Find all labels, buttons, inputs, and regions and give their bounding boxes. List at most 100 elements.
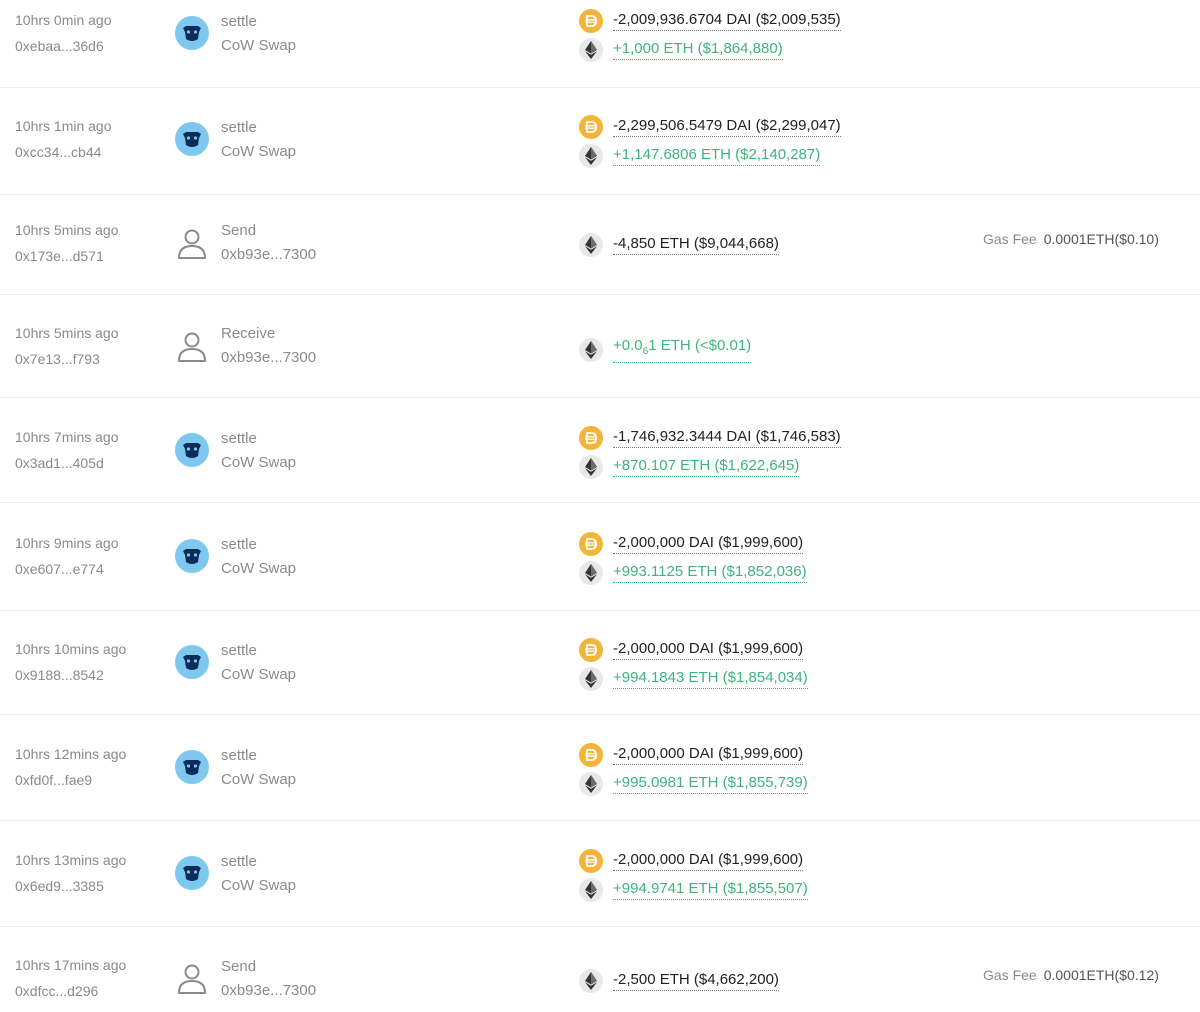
tx-counterparty-link[interactable]: CoW Swap — [221, 37, 296, 54]
tx-action: settle — [221, 119, 257, 136]
token-transfer: +993.1125 ETH ($1,852,036) — [579, 561, 807, 585]
transfer-amount[interactable]: +0.061 ETH (<$0.01) — [613, 337, 752, 363]
transaction-row[interactable]: 10hrs 10mins ago 0x9188...8542 settle Co… — [0, 611, 1200, 715]
dai-icon — [579, 426, 603, 450]
tx-time: 10hrs 5mins ago — [15, 222, 119, 238]
transaction-row[interactable]: 10hrs 12mins ago 0xfd0f...fae9 settle Co… — [0, 715, 1200, 821]
tx-counterparty-link[interactable]: CoW Swap — [221, 560, 296, 577]
transaction-row[interactable]: 10hrs 0min ago 0xebaa...36d6 settle CoW … — [0, 0, 1200, 88]
tx-action: settle — [221, 536, 257, 553]
eth-icon — [579, 338, 603, 362]
tx-action: settle — [221, 13, 257, 30]
transfer-amount[interactable]: -1,746,932.3444 DAI ($1,746,583) — [613, 428, 841, 448]
transaction-row[interactable]: 10hrs 17mins ago 0xdfcc...d296 Send 0xb9… — [0, 927, 1200, 1012]
transfer-amount[interactable]: +870.107 ETH ($1,622,645) — [613, 457, 800, 477]
transaction-row[interactable]: 10hrs 5mins ago 0x7e13...f793 Receive 0x… — [0, 295, 1200, 398]
tx-action: Receive — [221, 325, 276, 342]
tx-action: Send — [221, 958, 257, 975]
transaction-list: 10hrs 0min ago 0xebaa...36d6 settle CoW … — [0, 0, 1200, 1012]
tx-time: 10hrs 17mins ago — [15, 957, 127, 973]
tx-hash-link[interactable]: 0xfd0f...fae9 — [15, 772, 92, 788]
amount-suffix: 1 ETH (<$0.01) — [648, 337, 752, 354]
token-transfer: -2,500 ETH ($4,662,200) — [579, 969, 779, 993]
tx-time: 10hrs 9mins ago — [15, 535, 119, 551]
transaction-row[interactable]: 10hrs 13mins ago 0x6ed9...3385 settle Co… — [0, 821, 1200, 927]
eth-icon — [579, 878, 603, 902]
transfer-amount[interactable]: -2,000,000 DAI ($1,999,600) — [613, 640, 804, 660]
tx-hash-link[interactable]: 0x7e13...f793 — [15, 351, 100, 367]
transfer-amount[interactable]: +1,000 ETH ($1,864,880) — [613, 40, 783, 60]
transfer-amount[interactable]: -4,850 ETH ($9,044,668) — [613, 235, 779, 255]
transfer-amount[interactable]: -2,009,936.6704 DAI ($2,009,535) — [613, 11, 841, 31]
cow-icon — [174, 855, 210, 891]
tx-hash-link[interactable]: 0x173e...d571 — [15, 248, 104, 264]
transfer-amount[interactable]: +994.9741 ETH ($1,855,507) — [613, 880, 808, 900]
cow-icon — [174, 121, 210, 157]
transfer-amount[interactable]: -2,000,000 DAI ($1,999,600) — [613, 534, 804, 554]
cow-icon — [174, 15, 210, 51]
transaction-row[interactable]: 10hrs 9mins ago 0xe607...e774 settle CoW… — [0, 503, 1200, 611]
user-icon — [174, 225, 210, 261]
cow-icon — [174, 749, 210, 785]
eth-icon — [579, 38, 603, 62]
cow-icon — [174, 644, 210, 680]
eth-icon — [579, 144, 603, 168]
token-transfer: +994.1843 ETH ($1,854,034) — [579, 667, 808, 691]
transfer-amount[interactable]: -2,000,000 DAI ($1,999,600) — [613, 851, 804, 871]
tx-hash-link[interactable]: 0x3ad1...405d — [15, 455, 104, 471]
dai-icon — [579, 115, 603, 139]
transfer-amount[interactable]: -2,299,506.5479 DAI ($2,299,047) — [613, 117, 841, 137]
tx-time: 10hrs 5mins ago — [15, 325, 119, 341]
transfer-amount[interactable]: +1,147.6806 ETH ($2,140,287) — [613, 146, 821, 166]
token-transfer: -2,000,000 DAI ($1,999,600) — [579, 532, 804, 556]
token-transfer: -2,009,936.6704 DAI ($2,009,535) — [579, 9, 841, 33]
tx-hash-link[interactable]: 0xebaa...36d6 — [15, 38, 104, 54]
eth-icon — [579, 667, 603, 691]
tx-counterparty-link[interactable]: CoW Swap — [221, 454, 296, 471]
gas-fee-label: Gas Fee — [983, 231, 1037, 247]
gas-fee-label: Gas Fee — [983, 967, 1037, 983]
transfer-amount[interactable]: +993.1125 ETH ($1,852,036) — [613, 563, 807, 583]
tx-hash-link[interactable]: 0xcc34...cb44 — [15, 144, 101, 160]
tx-hash-link[interactable]: 0xdfcc...d296 — [15, 983, 98, 999]
transaction-row[interactable]: 10hrs 7mins ago 0x3ad1...405d settle CoW… — [0, 398, 1200, 503]
eth-icon — [579, 561, 603, 585]
dai-icon — [579, 532, 603, 556]
transfer-amount[interactable]: -2,500 ETH ($4,662,200) — [613, 971, 779, 991]
token-transfer: +870.107 ETH ($1,622,645) — [579, 455, 800, 479]
token-transfer: -2,000,000 DAI ($1,999,600) — [579, 638, 804, 662]
tx-counterparty-link[interactable]: CoW Swap — [221, 877, 296, 894]
transaction-row[interactable]: 10hrs 5mins ago 0x173e...d571 Send 0xb93… — [0, 195, 1200, 295]
gas-fee: Gas Fee 0.0001ETH($0.10) — [983, 231, 1159, 247]
tx-counterparty-link[interactable]: CoW Swap — [221, 143, 296, 160]
transaction-row[interactable]: 10hrs 1min ago 0xcc34...cb44 settle CoW … — [0, 88, 1200, 195]
tx-counterparty-link[interactable]: CoW Swap — [221, 771, 296, 788]
tx-time: 10hrs 13mins ago — [15, 852, 127, 868]
eth-icon — [579, 772, 603, 796]
tx-counterparty-link[interactable]: 0xb93e...7300 — [221, 982, 316, 999]
eth-icon — [579, 455, 603, 479]
dai-icon — [579, 9, 603, 33]
transfer-amount[interactable]: +995.0981 ETH ($1,855,739) — [613, 774, 808, 794]
tx-action: settle — [221, 747, 257, 764]
tx-counterparty-link[interactable]: CoW Swap — [221, 666, 296, 683]
tx-hash-link[interactable]: 0x6ed9...3385 — [15, 878, 104, 894]
token-transfer: +1,147.6806 ETH ($2,140,287) — [579, 144, 821, 168]
tx-hash-link[interactable]: 0xe607...e774 — [15, 561, 104, 577]
token-transfer: -2,000,000 DAI ($1,999,600) — [579, 743, 804, 767]
tx-action: Send — [221, 222, 257, 239]
tx-time: 10hrs 0min ago — [15, 12, 112, 28]
tx-counterparty-link[interactable]: 0xb93e...7300 — [221, 246, 316, 263]
transfer-amount[interactable]: -2,000,000 DAI ($1,999,600) — [613, 745, 804, 765]
eth-icon — [579, 233, 603, 257]
cow-icon — [174, 432, 210, 468]
tx-counterparty-link[interactable]: 0xb93e...7300 — [221, 349, 316, 366]
transfer-amount[interactable]: +994.1843 ETH ($1,854,034) — [613, 669, 808, 689]
gas-fee: Gas Fee 0.0001ETH($0.12) — [983, 967, 1159, 983]
tx-action: settle — [221, 642, 257, 659]
gas-fee-value: 0.0001ETH($0.10) — [1043, 231, 1159, 247]
token-transfer: +995.0981 ETH ($1,855,739) — [579, 772, 808, 796]
token-transfer: -2,000,000 DAI ($1,999,600) — [579, 849, 804, 873]
tx-hash-link[interactable]: 0x9188...8542 — [15, 667, 104, 683]
cow-icon — [174, 538, 210, 574]
